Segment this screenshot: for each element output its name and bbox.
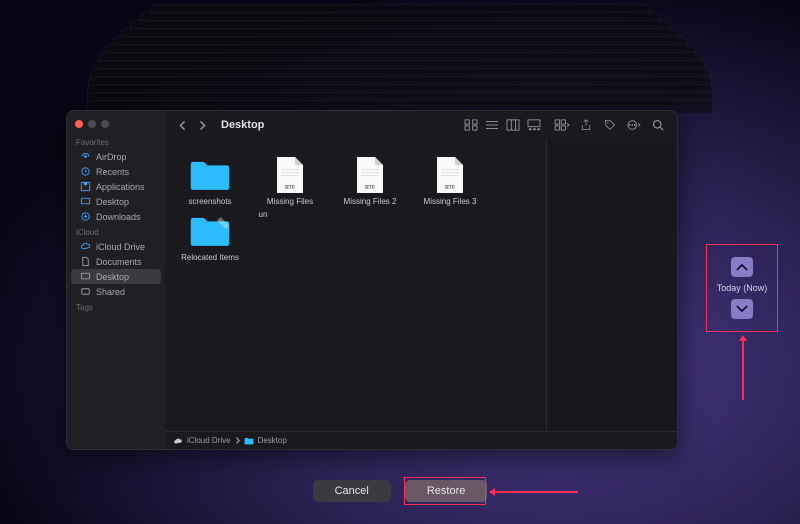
time-navigation-panel: Today (Now) <box>706 244 778 332</box>
sidebar-item-downloads[interactable]: Downloads <box>71 209 161 224</box>
cloud-icon <box>173 437 183 445</box>
tags-button[interactable] <box>601 117 619 133</box>
file-item[interactable]: RTF Missing Files 3 <box>413 155 487 207</box>
toolbar: Desktop <box>165 111 677 139</box>
svg-text:RTF: RTF <box>285 185 295 191</box>
svg-text:RTF: RTF <box>445 185 455 191</box>
sidebar-item-icloud-drive[interactable]: iCloud Drive <box>71 239 161 254</box>
section-header-icloud: iCloud <box>67 224 165 239</box>
clock-icon <box>80 166 91 177</box>
section-header-favorites: Favorites <box>67 134 165 149</box>
sidebar-item-desktop-icloud[interactable]: Desktop <box>71 269 161 284</box>
cancel-button[interactable]: Cancel <box>313 480 391 502</box>
window-title: Desktop <box>221 119 264 131</box>
sidebar-item-label: Shared <box>96 287 125 297</box>
traffic-lights <box>67 116 165 134</box>
file-label: screenshots <box>188 198 231 207</box>
airdrop-icon <box>80 151 91 162</box>
annotation-arrow <box>494 491 578 493</box>
sidebar: Favorites AirDrop Recents Applications D… <box>67 111 165 449</box>
sidebar-item-label: Recents <box>96 167 129 177</box>
download-icon <box>80 211 91 222</box>
annotation-arrow <box>742 340 744 400</box>
action-button[interactable] <box>625 117 643 133</box>
file-label: un <box>259 211 268 220</box>
view-icons-button[interactable] <box>462 117 480 133</box>
sidebar-item-documents[interactable]: Documents <box>71 254 161 269</box>
main-pane: Desktop screenshots <box>165 111 677 449</box>
chevron-right-icon <box>235 437 240 444</box>
sidebar-item-label: Desktop <box>96 197 129 207</box>
sidebar-item-label: Documents <box>96 257 142 267</box>
folder-icon <box>189 155 231 195</box>
view-columns-button[interactable] <box>504 117 522 133</box>
restore-button[interactable]: Restore <box>405 480 488 502</box>
file-item[interactable]: screenshots <box>173 155 247 207</box>
search-button[interactable] <box>649 117 667 133</box>
shared-icon <box>80 286 91 297</box>
file-label: Missing Files 2 <box>344 198 397 207</box>
back-button[interactable] <box>175 118 189 132</box>
file-label: Relocated Items <box>181 254 239 263</box>
desktop-icon <box>80 196 91 207</box>
desktop-icon <box>80 271 91 282</box>
sidebar-item-label: Applications <box>96 182 145 192</box>
cloud-icon <box>80 241 91 252</box>
doc-icon <box>80 256 91 267</box>
svg-text:RTF: RTF <box>365 185 375 191</box>
sidebar-item-shared[interactable]: Shared <box>71 284 161 299</box>
forward-button[interactable] <box>195 118 209 132</box>
rtf-icon: RTF <box>349 155 391 195</box>
preview-pane <box>547 139 677 431</box>
file-item[interactable]: RTF Missing Files 2 <box>333 155 407 207</box>
icon-grid[interactable]: screenshots RTF Missing Files RTF Missin… <box>165 139 546 431</box>
file-label: Missing Files 3 <box>424 198 477 207</box>
rtf-icon: RTF <box>429 155 471 195</box>
share-button[interactable] <box>577 117 595 133</box>
group-button[interactable] <box>553 117 571 133</box>
sidebar-item-applications[interactable]: Applications <box>71 179 161 194</box>
view-list-button[interactable] <box>483 117 501 133</box>
sidebar-item-recents[interactable]: Recents <box>71 164 161 179</box>
sidebar-item-airdrop[interactable]: AirDrop <box>71 149 161 164</box>
timeline-down-button[interactable] <box>731 299 753 319</box>
sidebar-item-label: Desktop <box>96 272 129 282</box>
finder-window: Favorites AirDrop Recents Applications D… <box>66 110 678 450</box>
sidebar-item-desktop[interactable]: Desktop <box>71 194 161 209</box>
apps-icon <box>80 181 91 192</box>
action-bar: Cancel Restore <box>0 480 800 502</box>
sidebar-item-label: iCloud Drive <box>96 242 145 252</box>
timemachine-stack <box>90 4 710 104</box>
sidebar-item-label: AirDrop <box>96 152 127 162</box>
timeline-up-button[interactable] <box>731 257 753 277</box>
folder-icon <box>189 211 231 251</box>
content-area: screenshots RTF Missing Files RTF Missin… <box>165 139 677 431</box>
path-segment[interactable]: Desktop <box>258 436 287 445</box>
timeline-label: Today (Now) <box>717 283 768 293</box>
minimize-button[interactable] <box>88 120 96 128</box>
close-button[interactable] <box>75 120 83 128</box>
view-gallery-button[interactable] <box>525 117 543 133</box>
folder-icon <box>244 437 254 445</box>
rtf-icon: RTF <box>269 155 311 195</box>
zoom-button[interactable] <box>101 120 109 128</box>
file-item[interactable]: un <box>253 211 273 263</box>
sidebar-item-label: Downloads <box>96 212 141 222</box>
section-header-tags: Tags <box>67 299 165 314</box>
file-item[interactable]: Relocated Items <box>173 211 247 263</box>
path-bar: iCloud Drive Desktop <box>165 431 677 449</box>
path-segment[interactable]: iCloud Drive <box>187 436 231 445</box>
file-item[interactable]: RTF Missing Files <box>253 155 327 207</box>
file-label: Missing Files <box>267 198 313 207</box>
